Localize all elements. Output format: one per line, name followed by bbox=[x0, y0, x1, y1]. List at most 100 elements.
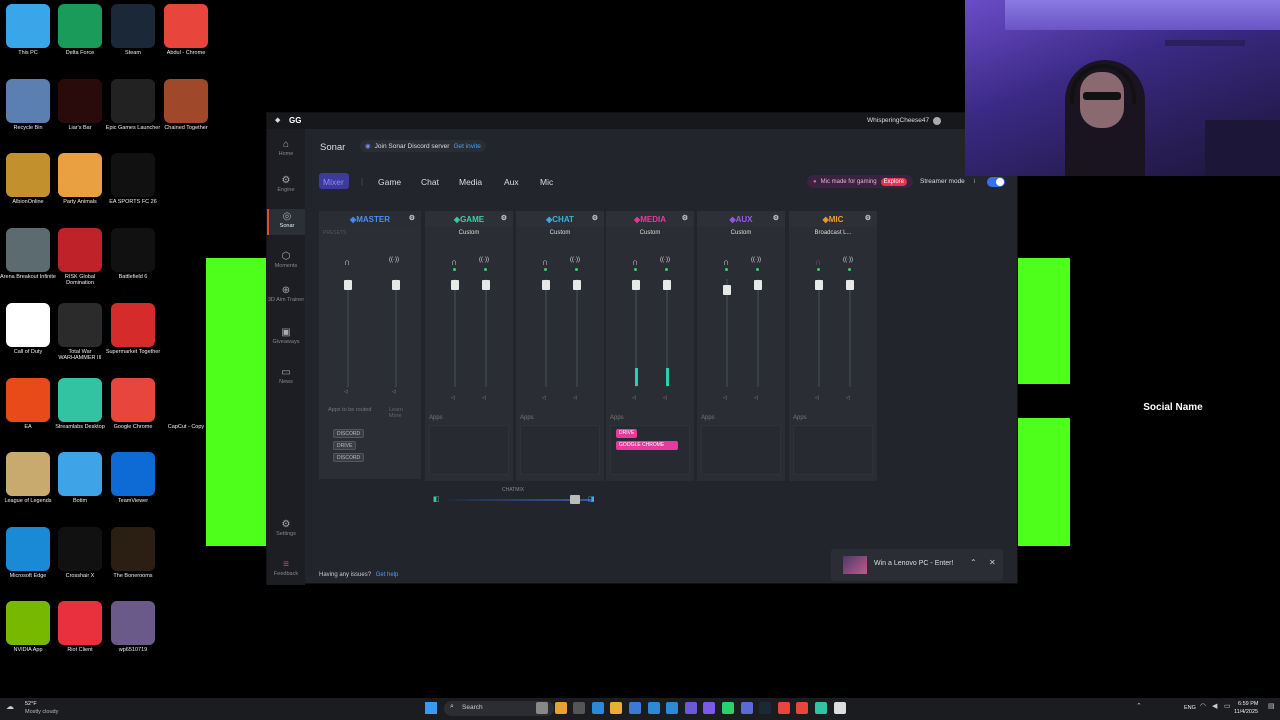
channel-preset[interactable]: Custom bbox=[425, 230, 513, 236]
toast[interactable]: Win a Lenovo PC - Enter! ⌃ ✕ bbox=[831, 549, 1003, 581]
apps-dropzone[interactable] bbox=[701, 425, 781, 475]
teams-icon[interactable] bbox=[703, 702, 716, 714]
explorer-icon[interactable] bbox=[610, 702, 623, 714]
mute-icon[interactable]: ◁ bbox=[451, 395, 455, 401]
desktop-icon[interactable]: League of Legends bbox=[0, 452, 56, 504]
volume-fader-track[interactable] bbox=[726, 279, 728, 387]
mute-icon[interactable]: ◁ bbox=[754, 395, 758, 401]
app-chip[interactable]: GOOGLE CHROME bbox=[616, 441, 678, 450]
desktop-icon[interactable]: Call of Duty bbox=[0, 303, 56, 355]
volume-fader-knob[interactable] bbox=[392, 280, 400, 290]
desktop-icon[interactable]: Chained Together bbox=[158, 79, 214, 131]
volume-fader-track[interactable] bbox=[849, 279, 851, 387]
weather-desc[interactable]: Mostly cloudy bbox=[25, 709, 58, 715]
sidebar-item-engine[interactable]: ⚙ Engine bbox=[267, 173, 305, 199]
whatsapp-icon[interactable] bbox=[722, 702, 734, 714]
app-chip[interactable]: DISCORD bbox=[333, 453, 365, 462]
tab-mic[interactable]: Mic bbox=[540, 177, 553, 187]
sidebar-item-news[interactable]: ▭ News bbox=[267, 365, 305, 391]
desktop-icon[interactable]: EA SPORTS FC 26 bbox=[105, 153, 161, 205]
mic-banner-explore[interactable]: Explore bbox=[880, 177, 907, 186]
learn-more-link[interactable]: Learn More bbox=[389, 407, 415, 419]
headphones-icon[interactable]: ∩ bbox=[723, 257, 729, 267]
headphones-icon[interactable]: ∩ bbox=[542, 257, 548, 267]
username[interactable]: WhisperingCheese47 bbox=[867, 117, 929, 124]
stream-icon[interactable]: ((·)) bbox=[479, 257, 489, 263]
mute-icon[interactable]: ◁ bbox=[542, 395, 546, 401]
sidebar-item-giveaways[interactable]: ▣ Giveaways bbox=[267, 325, 305, 351]
channel-preset[interactable]: Broadcast L... bbox=[789, 230, 877, 236]
desktop-icon[interactable]: TeamViewer bbox=[105, 452, 161, 504]
gear-icon[interactable]: ⚙ bbox=[682, 214, 688, 222]
desktop-icon[interactable]: Streamlabs Desktop bbox=[52, 378, 108, 430]
chevron-up-tray-icon[interactable]: ⌃ bbox=[1136, 702, 1142, 710]
tab-aux[interactable]: Aux bbox=[504, 177, 519, 187]
sidebar-item-home[interactable]: ⌂ Home bbox=[267, 137, 305, 163]
sidebar-item-settings[interactable]: ⚙ Settings bbox=[267, 517, 305, 543]
app-chip[interactable]: DRIVE bbox=[333, 441, 357, 450]
chrome-icon[interactable] bbox=[777, 702, 790, 714]
volume-fader-track[interactable] bbox=[818, 279, 820, 387]
channel-preset[interactable]: Custom bbox=[606, 230, 694, 236]
apps-dropzone[interactable] bbox=[793, 425, 873, 475]
desktop-icon[interactable]: Recycle Bin bbox=[0, 79, 56, 131]
volume-fader-track[interactable] bbox=[757, 279, 759, 387]
volume-fader-track[interactable] bbox=[545, 279, 547, 387]
discord-icon[interactable] bbox=[684, 702, 697, 714]
notification-icon[interactable]: ▤ bbox=[1268, 702, 1275, 710]
volume-fader-knob[interactable] bbox=[482, 280, 490, 290]
desktop-icon[interactable]: The Bonerooms bbox=[105, 527, 161, 579]
headphones-icon[interactable]: ∩ bbox=[344, 257, 350, 267]
chrome-icon[interactable] bbox=[796, 702, 809, 714]
channel-preset[interactable]: Custom bbox=[516, 230, 604, 236]
mail-icon[interactable] bbox=[647, 702, 660, 714]
file-manager-icon[interactable] bbox=[573, 702, 586, 714]
start-button[interactable] bbox=[425, 702, 437, 714]
gear-icon[interactable]: ⚙ bbox=[501, 214, 507, 222]
tab-chat[interactable]: Chat bbox=[421, 177, 439, 187]
headphones-icon[interactable]: ∩ bbox=[451, 257, 457, 267]
outlook-icon[interactable] bbox=[666, 702, 679, 714]
streamlabs-icon[interactable] bbox=[815, 702, 827, 714]
desktop-icon[interactable]: Abdul - Chrome bbox=[158, 4, 214, 56]
discord-banner[interactable]: ◉ Join Sonar Discord server Get invite bbox=[360, 140, 486, 152]
mute-icon[interactable]: ◁ bbox=[663, 395, 667, 401]
desktop-icon[interactable]: EA bbox=[0, 378, 56, 430]
mute-icon[interactable]: ◁ bbox=[846, 395, 850, 401]
mute-icon[interactable]: ◁ bbox=[344, 389, 348, 395]
mic-banner[interactable]: ● Mic made for gaming Explore bbox=[807, 175, 913, 188]
desktop-icon[interactable]: wp6510719 bbox=[105, 601, 161, 653]
apps-dropzone[interactable] bbox=[429, 425, 509, 475]
battery-icon[interactable]: ▭ bbox=[1224, 702, 1231, 710]
volume-fader-knob[interactable] bbox=[542, 280, 550, 290]
stream-icon[interactable]: ((·)) bbox=[843, 257, 853, 263]
meet-icon[interactable] bbox=[740, 702, 753, 714]
desktop-icon[interactable]: Battlefield 6 bbox=[105, 228, 161, 280]
clock-date[interactable]: 11/4/2025 bbox=[1234, 709, 1258, 715]
gear-icon[interactable]: ⚙ bbox=[773, 214, 779, 222]
desktop-icon[interactable]: Arena Breakout Infinite bbox=[0, 228, 56, 280]
clock-time[interactable]: 6:59 PM bbox=[1238, 701, 1258, 707]
desktop-icon[interactable]: Riot Client bbox=[52, 601, 108, 653]
edge-icon[interactable] bbox=[591, 702, 604, 714]
desktop-icon[interactable]: Google Chrome bbox=[105, 378, 161, 430]
volume-fader-knob[interactable] bbox=[573, 280, 581, 290]
stream-icon[interactable]: ((·)) bbox=[660, 257, 670, 263]
gear-icon[interactable]: ⚙ bbox=[592, 214, 598, 222]
volume-fader-knob[interactable] bbox=[344, 280, 352, 290]
channel-preset[interactable]: PRESETS bbox=[323, 230, 425, 236]
volume-fader-knob[interactable] bbox=[754, 280, 762, 290]
volume-fader-track[interactable] bbox=[454, 279, 456, 387]
stream-icon[interactable]: ((·)) bbox=[389, 257, 399, 263]
desktop-icon[interactable]: Liar's Bar bbox=[52, 79, 108, 131]
mute-icon[interactable]: ◁ bbox=[723, 395, 727, 401]
close-icon[interactable]: ✕ bbox=[989, 558, 996, 567]
desktop-icon[interactable]: AlbionOnline bbox=[0, 153, 56, 205]
desktop-icon[interactable]: Microsoft Edge bbox=[0, 527, 56, 579]
weather-temp[interactable]: 52°F bbox=[25, 701, 37, 707]
channel-preset[interactable]: Custom bbox=[697, 230, 785, 236]
headphones-icon[interactable]: ∩ bbox=[632, 257, 638, 267]
desktop-icon[interactable]: Epic Games Launcher bbox=[105, 79, 161, 131]
mute-icon[interactable]: ◁ bbox=[573, 395, 577, 401]
volume-fader-track[interactable] bbox=[395, 279, 397, 387]
